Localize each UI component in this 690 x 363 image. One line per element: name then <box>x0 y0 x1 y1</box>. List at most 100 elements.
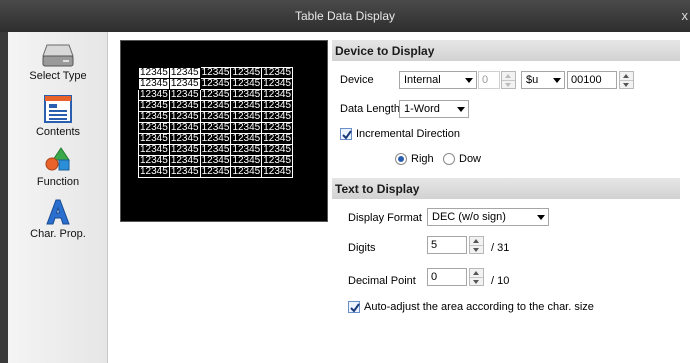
preview-cell: 12345 <box>199 133 232 145</box>
display-format-label: Display Format <box>348 212 422 224</box>
preview-cell: 12345 <box>230 122 263 134</box>
sidebar: Select Type Contents Function Char. Prop… <box>8 32 108 363</box>
preview-cell: 12345 <box>230 144 263 156</box>
preview-cell: 12345 <box>168 166 201 178</box>
device-type-select[interactable]: Internal <box>399 71 477 89</box>
spin-down-icon[interactable] <box>623 83 629 87</box>
device-prefix-value: $u <box>526 74 539 86</box>
decimal-max-label: / 10 <box>491 275 510 287</box>
direction-right-label: Righ <box>411 153 434 165</box>
preview-row: 12345 12345 12345 12345 12345 <box>138 122 294 134</box>
text-section-header: Text to Display <box>332 178 680 199</box>
preview-cell: 12345 <box>230 155 263 167</box>
preview-cell: 12345 <box>199 100 232 112</box>
window-frame-left <box>0 32 8 363</box>
preview-cell: 12345 <box>199 89 232 101</box>
contents-icon <box>44 95 72 123</box>
preview-cell: 12345 <box>138 166 170 178</box>
station-number-field: 0 <box>478 71 500 89</box>
data-length-select[interactable]: 1-Word <box>399 100 469 118</box>
auto-adjust-checkbox[interactable] <box>348 301 360 313</box>
preview-cell: 12345 <box>168 89 201 101</box>
preview-cell: 12345 <box>199 67 232 79</box>
check-icon <box>350 303 360 313</box>
decimal-point-spinner[interactable] <box>469 268 484 286</box>
drive-icon <box>42 44 74 67</box>
preview-cell: 12345 <box>138 144 170 156</box>
preview-row: 12345 12345 12345 12345 12345 <box>138 100 294 112</box>
incremental-direction-checkbox[interactable] <box>340 128 352 140</box>
spin-up-icon[interactable] <box>473 271 479 275</box>
display-format-select[interactable]: DEC (w/o sign) <box>427 208 549 226</box>
spin-down-icon[interactable] <box>473 248 479 252</box>
address-field[interactable]: 00100 <box>567 71 617 89</box>
preview-cell: 12345 <box>138 78 170 90</box>
preview-cell: 12345 <box>261 78 294 90</box>
preview-cell: 12345 <box>230 166 263 178</box>
digits-field[interactable]: 5 <box>427 236 467 254</box>
sidebar-item-function[interactable]: Function <box>8 146 108 188</box>
direction-right-radio[interactable] <box>395 153 407 165</box>
address-spinner[interactable] <box>619 71 634 89</box>
data-length-label: Data Length <box>340 103 400 115</box>
preview-cell: 12345 <box>199 122 232 134</box>
spin-up-icon[interactable] <box>473 239 479 243</box>
decimal-point-value: 0 <box>431 271 438 283</box>
preview-cell: 12345 <box>261 111 294 123</box>
preview-cell: 12345 <box>199 144 232 156</box>
spin-up-icon <box>505 74 511 78</box>
preview-cell: 12345 <box>199 78 232 90</box>
preview-row: 12345 12345 12345 12345 12345 <box>138 133 294 145</box>
preview-cell: 12345 <box>261 100 294 112</box>
auto-adjust-label: Auto-adjust the area according to the ch… <box>364 301 594 313</box>
sidebar-item-label: Contents <box>35 126 81 138</box>
preview-row: 12345 12345 12345 12345 12345 <box>138 89 294 101</box>
preview-cell: 12345 <box>138 111 170 123</box>
incremental-direction-label: Incremental Direction <box>356 128 460 140</box>
preview-cell: 12345 <box>230 100 263 112</box>
preview-cell: 12345 <box>138 155 170 167</box>
address-value: 00100 <box>571 74 602 86</box>
close-icon[interactable]: x <box>682 8 689 23</box>
data-length-value: 1-Word <box>404 103 440 115</box>
direction-down-radio[interactable] <box>443 153 455 165</box>
preview-row: 12345 12345 12345 12345 12345 <box>138 111 294 123</box>
preview-cell: 12345 <box>168 111 201 123</box>
preview-cell: 12345 <box>261 155 294 167</box>
preview-cell: 12345 <box>168 67 201 79</box>
preview-cell: 12345 <box>168 144 201 156</box>
chevron-down-icon <box>457 107 465 112</box>
digits-spinner[interactable] <box>469 236 484 254</box>
preview-cell: 12345 <box>261 67 294 79</box>
preview-cell: 12345 <box>261 166 294 178</box>
sidebar-item-contents[interactable]: Contents <box>8 94 108 138</box>
spin-down-icon[interactable] <box>473 280 479 284</box>
char-prop-icon <box>46 199 70 225</box>
preview-cell: 12345 <box>261 144 294 156</box>
direction-down-label: Dow <box>459 153 482 165</box>
digits-value: 5 <box>431 239 438 251</box>
title-bar: Table Data Display x <box>0 0 690 32</box>
preview-row: 12345 12345 12345 12345 12345 <box>138 144 294 156</box>
function-icon <box>45 147 70 171</box>
preview-cell: 12345 <box>230 78 263 90</box>
preview-row: 12345 12345 12345 12345 12345 <box>138 166 294 178</box>
spin-up-icon[interactable] <box>623 74 629 78</box>
station-value: 0 <box>482 74 489 86</box>
device-prefix-select[interactable]: $u <box>521 71 565 89</box>
preview-cell: 12345 <box>138 89 170 101</box>
preview-cell: 12345 <box>230 67 263 79</box>
preview-cell: 12345 <box>138 122 170 134</box>
preview-cell: 12345 <box>138 133 170 145</box>
station-spinner <box>501 71 516 89</box>
sidebar-item-char-prop[interactable]: Char. Prop. <box>8 198 108 240</box>
preview-cell: 12345 <box>168 133 201 145</box>
spin-down-icon <box>505 83 511 87</box>
device-label: Device <box>340 74 374 86</box>
preview-cell: 12345 <box>261 89 294 101</box>
decimal-point-field[interactable]: 0 <box>427 268 467 286</box>
preview-cell: 12345 <box>168 78 201 90</box>
preview-table: 12345 12345 12345 12345 12345 12345 12345 12345… <box>138 67 294 178</box>
preview-cell: 12345 <box>199 111 232 123</box>
sidebar-item-select-type[interactable]: Select Type <box>8 42 108 82</box>
